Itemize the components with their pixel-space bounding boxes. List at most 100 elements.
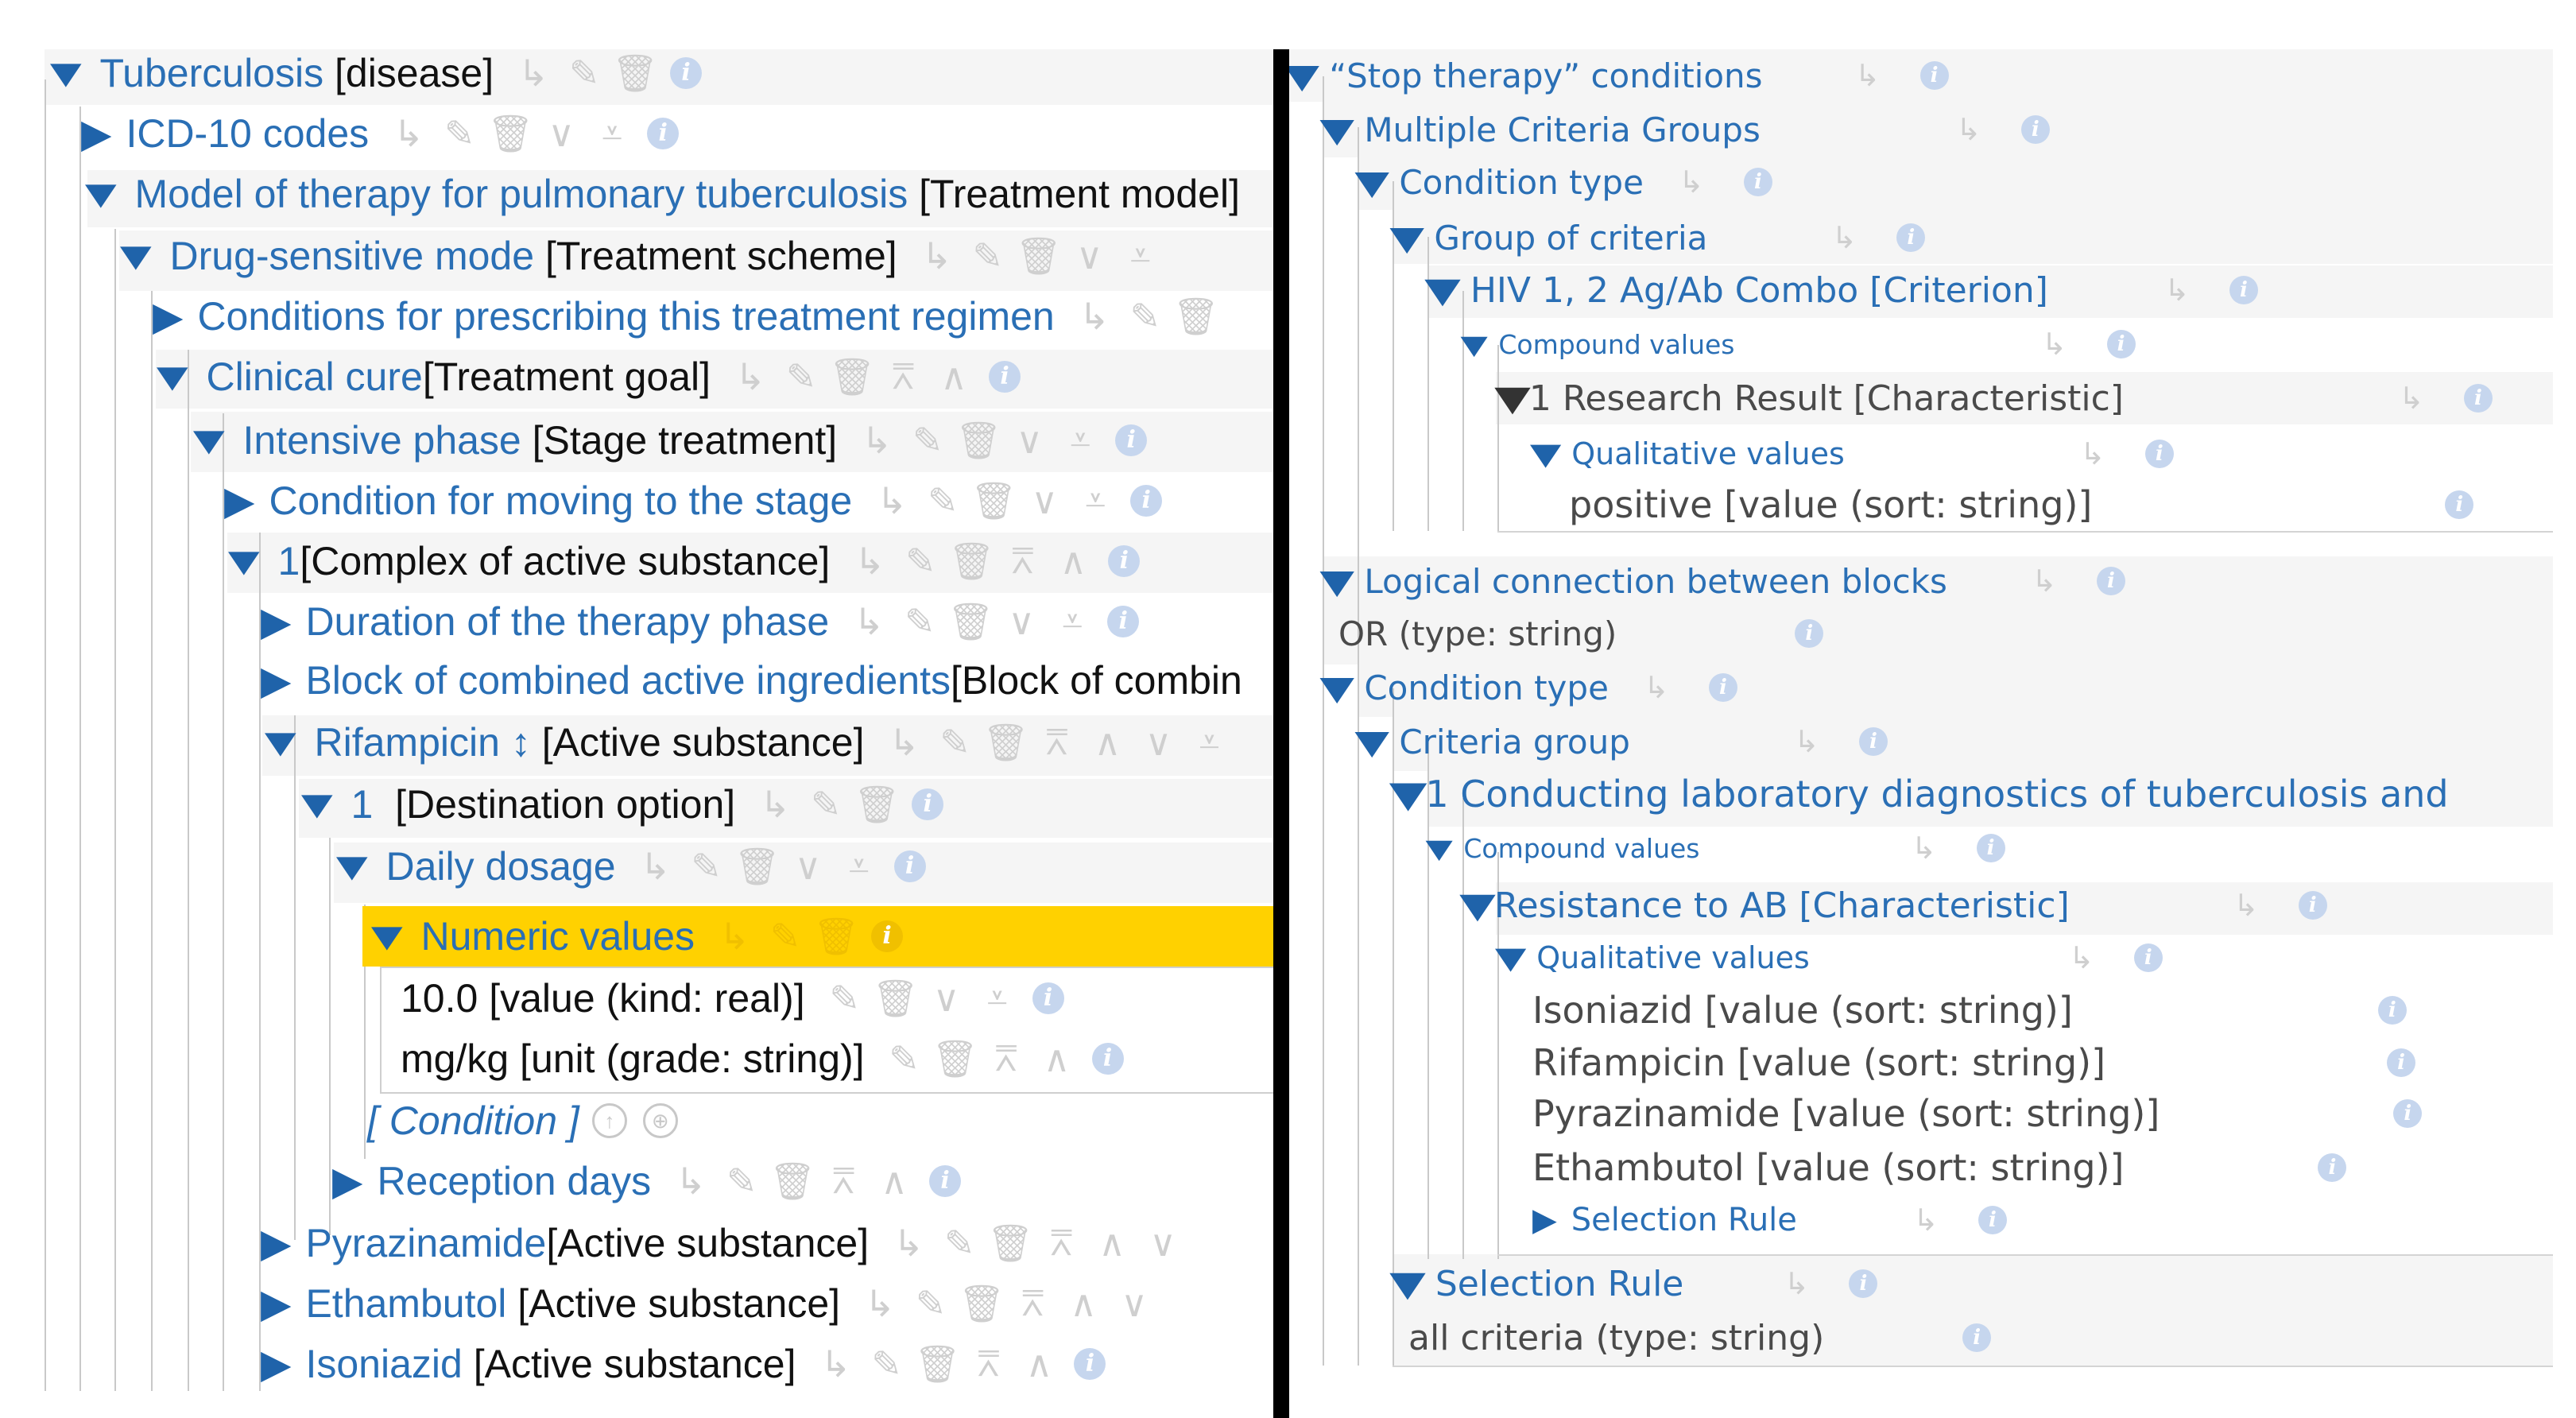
tree-node-therapy-model[interactable]: ▼ Model of therapy for pulmonary tubercu… xyxy=(74,165,1240,223)
delete-icon[interactable]: 🗑 xyxy=(851,782,902,827)
tree-node-condition-moving[interactable]: ▶ Condition for moving to the stage ↳ ✎ … xyxy=(224,472,1172,529)
info-icon[interactable]: i xyxy=(1098,539,1149,583)
info-icon[interactable]: i xyxy=(2374,1091,2441,1136)
info-icon[interactable]: i xyxy=(2115,936,2182,980)
info-icon[interactable]: i xyxy=(2088,322,2155,366)
edit-icon[interactable]: ✎ xyxy=(905,1281,956,1326)
link-icon[interactable]: ↳ xyxy=(2011,559,2078,603)
tree-node-stop-therapy[interactable]: ▼ “Stop therapy” conditions ↳ i xyxy=(1289,51,1968,100)
chevron-up-icon[interactable]: ∧ xyxy=(1058,1281,1109,1326)
info-icon[interactable]: i xyxy=(1098,599,1149,644)
link-icon[interactable]: ↳ xyxy=(1623,665,1690,710)
link-icon[interactable]: ↳ xyxy=(1892,1198,1959,1242)
chevron-up-icon[interactable]: ∧ xyxy=(1048,539,1098,583)
link-icon[interactable]: ↳ xyxy=(1069,294,1120,339)
info-icon[interactable]: i xyxy=(2426,482,2493,527)
info-icon[interactable]: i xyxy=(1830,1261,1896,1306)
move-top-icon[interactable]: ⩞ xyxy=(877,354,928,399)
link-icon[interactable]: ↳ xyxy=(1811,215,1877,260)
toggle-down-icon[interactable]: ▼ xyxy=(1389,1264,1426,1304)
tree-node-selection-rule[interactable]: ▼ Selection Rule ↳ i xyxy=(1389,1259,1896,1308)
info-icon[interactable]: i xyxy=(2002,107,2069,152)
toggle-right-icon[interactable]: ▶ xyxy=(1532,1202,1557,1238)
value-all-criteria[interactable]: all criteria (type: string) i xyxy=(1408,1313,2010,1362)
tree-node-condition-type-2[interactable]: ▼ Condition type ↳ i xyxy=(1319,663,1757,712)
edit-icon[interactable]: ✎ xyxy=(902,418,953,463)
edit-icon[interactable]: ✎ xyxy=(963,234,1013,278)
edit-icon[interactable]: ✎ xyxy=(929,720,980,765)
move-top-icon[interactable]: ⩞ xyxy=(963,1342,1013,1386)
toggle-down-icon[interactable]: ▼ xyxy=(1319,668,1354,707)
info-icon[interactable]: i xyxy=(979,354,1030,399)
link-icon[interactable]: ↳ xyxy=(2048,936,2115,980)
chevron-up-icon[interactable]: ∧ xyxy=(1032,1036,1083,1081)
tree-node-ethambutol[interactable]: ▶ Ethambutol [Active substance] ↳ ✎ 🗑 ⩞ … xyxy=(261,1275,1160,1332)
tree-node-reception-days[interactable]: ▶ Reception days ↳ ✎ 🗑 ⩞ ∧ i xyxy=(332,1153,970,1210)
move-bottom-icon[interactable]: ⩡ xyxy=(1183,720,1234,765)
link-icon[interactable]: ↳ xyxy=(709,914,760,959)
move-bottom-icon[interactable]: ⩡ xyxy=(1115,234,1166,278)
edit-icon[interactable]: ✎ xyxy=(861,1342,912,1386)
tree-node-daily-dosage[interactable]: ▼ Daily dosage ↳ ✎ 🗑 ∨ ⩡ i xyxy=(325,838,935,895)
delete-icon[interactable]: 🗑 xyxy=(610,51,660,95)
chevron-down-icon[interactable]: ∨ xyxy=(1004,418,1055,463)
chevron-down-icon[interactable]: ∨ xyxy=(1109,1281,1160,1326)
toggle-right-icon[interactable]: ▶ xyxy=(261,657,291,703)
toggle-down-icon[interactable]: ▼ xyxy=(1389,773,1427,816)
unit-row[interactable]: mg/kg [unit (grade: string)] ✎ 🗑 ⩞ ∧ i xyxy=(401,1030,1133,1087)
value-or[interactable]: OR (type: string) i xyxy=(1338,609,1842,658)
link-icon[interactable]: ↳ xyxy=(851,418,902,463)
value-row[interactable]: 10.0 [value (kind: real)] ✎ 🗑 ∨ ⩡ i xyxy=(401,970,1074,1027)
toggle-right-icon[interactable]: ▶ xyxy=(332,1158,362,1204)
chevron-down-icon[interactable]: ∨ xyxy=(921,976,972,1021)
toggle-right-icon[interactable]: ▶ xyxy=(224,478,254,524)
sort-arrows-icon[interactable]: ↕ xyxy=(511,719,531,765)
info-icon[interactable]: i xyxy=(2126,432,2193,476)
chevron-down-icon[interactable]: ∨ xyxy=(996,599,1047,644)
move-bottom-icon[interactable]: ⩡ xyxy=(1070,478,1121,523)
link-icon[interactable]: ↳ xyxy=(1658,160,1725,204)
chevron-down-icon[interactable]: ∨ xyxy=(1133,720,1183,765)
chevron-down-icon[interactable]: ∨ xyxy=(1064,234,1115,278)
info-icon[interactable]: i xyxy=(1083,1036,1133,1081)
link-icon[interactable]: ↳ xyxy=(508,51,559,95)
link-icon[interactable]: ↳ xyxy=(2021,322,2088,366)
edit-icon[interactable]: ✎ xyxy=(917,478,968,523)
link-icon[interactable]: ↳ xyxy=(883,1221,934,1265)
value-ethambutol[interactable]: Ethambutol [value (sort: string)] i xyxy=(1532,1143,2365,1192)
toggle-down-icon[interactable]: ▼ xyxy=(1459,885,1496,926)
link-icon[interactable]: ↳ xyxy=(1891,826,1958,870)
edit-icon[interactable]: ✎ xyxy=(716,1159,767,1203)
info-icon[interactable]: i xyxy=(1877,215,1944,260)
toggle-right-icon[interactable]: ▶ xyxy=(261,1220,291,1266)
toggle-down-icon[interactable]: ▼ xyxy=(1424,270,1461,311)
move-top-icon[interactable]: ⩞ xyxy=(1031,720,1082,765)
tree-node-pyrazinamide[interactable]: ▶ Pyrazinamide [Active substance] ↳ ✎ 🗑 ⩞… xyxy=(261,1215,1188,1272)
link-icon[interactable]: ↳ xyxy=(912,234,963,278)
edit-icon[interactable]: ✎ xyxy=(1120,294,1171,339)
toggle-down-icon[interactable]: ▼ xyxy=(1319,110,1354,149)
toggle-down-icon[interactable]: ▼ xyxy=(1426,833,1453,864)
edit-icon[interactable]: ✎ xyxy=(895,539,946,583)
toggle-down-icon[interactable]: ▼ xyxy=(1530,436,1561,471)
edit-icon[interactable]: ✎ xyxy=(879,1036,930,1081)
toggle-down-icon[interactable]: ▼ xyxy=(1354,163,1389,202)
edit-icon[interactable]: ✎ xyxy=(681,844,732,889)
info-icon[interactable]: i xyxy=(1901,53,1968,98)
toggle-down-icon[interactable]: ▼ xyxy=(109,233,162,279)
delete-icon[interactable]: 🗑 xyxy=(485,111,536,156)
info-icon[interactable]: i xyxy=(660,51,711,95)
move-top-icon[interactable]: ⩞ xyxy=(997,539,1048,583)
edit-icon[interactable]: ✎ xyxy=(776,354,827,399)
link-icon[interactable]: ↳ xyxy=(725,354,776,399)
tree-node-research-result[interactable]: ▼ 1 Research Result [Characteristic] ↳ i xyxy=(1494,374,2512,423)
toggle-down-icon[interactable]: ▼ xyxy=(1319,562,1354,601)
toggle-right-icon[interactable]: ▶ xyxy=(81,110,111,157)
chevron-up-icon[interactable]: ∧ xyxy=(1013,1342,1064,1386)
link-icon[interactable]: ↳ xyxy=(854,1281,905,1326)
link-icon[interactable]: ↳ xyxy=(1834,53,1901,98)
toggle-down-icon[interactable]: ▼ xyxy=(1354,723,1389,761)
condition-link[interactable]: [ Condition ] ↑ ⊕ xyxy=(367,1092,686,1149)
toggle-down-icon[interactable]: ▼ xyxy=(290,781,343,827)
info-icon[interactable]: i xyxy=(862,914,912,959)
